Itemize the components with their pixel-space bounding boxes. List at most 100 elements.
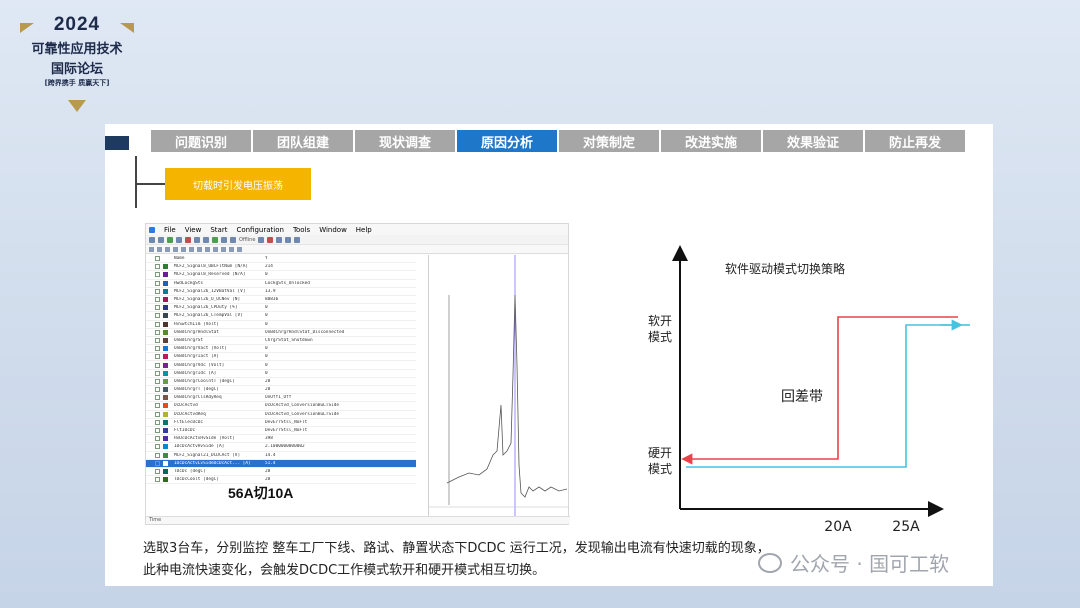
signal-row[interactable]: HwdLockgSts LockgSts_Unlocked <box>146 280 416 288</box>
toolbar-button-icon[interactable] <box>203 236 209 243</box>
toolbar-button-icon[interactable] <box>230 236 236 243</box>
signal-checkbox[interactable] <box>155 272 160 278</box>
signal-row[interactable]: IDcDcActvLvSideDcDcAct... [A] 51.4 <box>146 459 416 468</box>
signal-checkbox[interactable] <box>155 468 160 474</box>
signal-checkbox[interactable] <box>155 378 160 384</box>
signal-checkbox[interactable] <box>155 305 160 311</box>
signal-row[interactable]: MCF2_Signal21_DCDCAct [V] 14.4 <box>146 452 416 460</box>
signal-row[interactable]: OnBdChrgrIdc [A] 0 <box>146 370 416 378</box>
signal-row[interactable]: OnBdChrgrVdc [Volt] 0 <box>146 361 416 370</box>
tab-step-2[interactable]: 现状调查 <box>355 130 455 152</box>
signal-checkbox[interactable] <box>155 370 160 376</box>
menu-item-window[interactable]: Window <box>319 226 347 234</box>
toolbar-button-icon[interactable] <box>185 236 191 243</box>
signal-checkbox[interactable] <box>155 297 160 303</box>
toolbar-button-icon[interactable] <box>167 236 173 243</box>
signal-checkbox[interactable] <box>155 477 160 483</box>
signal-row[interactable]: DcDcActvd DcDcActvd_ConversionBuLTSide <box>146 402 416 411</box>
signal-row[interactable]: MCF2_Signal26_O_OCNev [N] 88836 <box>146 296 416 305</box>
menu-item-view[interactable]: View <box>185 226 202 234</box>
toolbar2-button-icon[interactable] <box>157 246 162 252</box>
toolbar2-button-icon[interactable] <box>237 246 242 252</box>
toolbar2-button-icon[interactable] <box>229 246 234 252</box>
toolbar2-button-icon[interactable] <box>221 246 226 252</box>
signal-checkbox[interactable] <box>155 428 160 434</box>
signal-checkbox[interactable] <box>155 313 160 319</box>
signal-checkbox[interactable] <box>155 403 160 409</box>
toolbar2-button-icon[interactable] <box>189 246 194 252</box>
toolbar2-button-icon[interactable] <box>197 246 202 252</box>
toolbar-button-icon[interactable] <box>267 236 274 243</box>
tab-step-4[interactable]: 对策制定 <box>559 130 659 152</box>
signal-checkbox[interactable] <box>155 321 160 327</box>
signal-checkbox[interactable] <box>155 337 160 343</box>
toolbar2-button-icon[interactable] <box>173 246 178 252</box>
toolbar-button-icon[interactable] <box>285 236 292 243</box>
slide-left-marker <box>105 136 129 150</box>
signal-row[interactable]: MCF2_Signal26_12VBatVal [V] 13.9 <box>146 288 416 296</box>
menu-item-start[interactable]: Start <box>210 226 227 234</box>
tab-step-0[interactable]: 问题识别 <box>151 130 251 152</box>
menu-item-help[interactable]: Help <box>356 226 372 234</box>
toolbar-button-icon[interactable] <box>276 236 283 243</box>
menu-item-configuration[interactable]: Configuration <box>236 226 283 234</box>
signal-row[interactable]: MCF2_Signal8_OBCFltNum [N/A] 214 <box>146 263 416 272</box>
toolbar-button-icon[interactable] <box>149 236 155 243</box>
signal-checkbox[interactable] <box>155 346 160 352</box>
signal-row[interactable]: FltElecDcDc DevErrStsl_NoFlt <box>146 419 416 427</box>
signal-row[interactable]: MCF2_Signal26_CTempVal [V] 0 <box>146 312 416 321</box>
toolbar-button-icon[interactable] <box>158 236 164 243</box>
signal-row[interactable]: HvDcDcActvHvSide [Volt] 398 <box>146 435 416 444</box>
toolbar2-button-icon[interactable] <box>213 246 218 252</box>
signal-checkbox[interactable] <box>155 419 160 425</box>
menu-item-tools[interactable]: Tools <box>293 226 310 234</box>
signal-checkbox[interactable] <box>155 387 160 393</box>
toolbar2-button-icon[interactable] <box>149 246 154 252</box>
signal-checkbox[interactable] <box>155 280 160 286</box>
signal-row[interactable]: OnBdChrgrHndlStat OnBdChrgrHndlStat_Disco… <box>146 329 416 337</box>
menu-item-file[interactable]: File <box>164 226 176 234</box>
toolbar2-button-icon[interactable] <box>165 246 170 252</box>
signal-checkbox[interactable] <box>155 444 160 450</box>
signal-checkbox[interactable] <box>155 452 160 458</box>
toolbar-mode-label[interactable]: Offline <box>239 237 255 243</box>
toolbar2-button-icon[interactable] <box>205 246 210 252</box>
signal-row[interactable]: OnBdChrgrT [degC] 28 <box>146 386 416 395</box>
toolbar-button-icon[interactable] <box>194 236 200 243</box>
signal-row[interactable]: OnBdChrgrClsRdyReq OnOff1_Off <box>146 394 416 403</box>
signal-row[interactable]: HvSwtchLim [Volt] 0 <box>146 321 416 329</box>
signal-checkbox[interactable] <box>155 354 160 360</box>
signal-checkbox[interactable] <box>155 436 160 442</box>
tab-step-1[interactable]: 团队组建 <box>253 130 353 152</box>
signal-row[interactable]: IDcDcActvHvSide [A] 2.1000000000002 <box>146 443 416 452</box>
signal-row[interactable]: OnBdChrgrSt ChrgrStat_Shutdown <box>146 337 416 346</box>
signal-row[interactable]: OnBdChrgrCoolntT [degC] 28 <box>146 378 416 386</box>
signal-checkbox[interactable] <box>155 329 160 335</box>
signal-row[interactable]: DcDcActvdReq DcDcActvd_ConversionBuLTSide <box>146 411 416 419</box>
toolbar-button-icon[interactable] <box>294 236 301 243</box>
tab-step-7[interactable]: 防止再发 <box>865 130 965 152</box>
signal-checkbox[interactable] <box>155 264 160 270</box>
signal-row[interactable]: MCF2_Signal8_Reserved [N/A] 0 <box>146 271 416 280</box>
signal-row[interactable]: OnBdChrgrIact [A] 0 <box>146 353 416 362</box>
signal-checkbox[interactable] <box>155 256 160 262</box>
signal-row[interactable]: MCF2_Signal26_CPDuty [%] 0 <box>146 304 416 313</box>
toolbar2-button-icon[interactable] <box>181 246 186 252</box>
tab-step-3[interactable]: 原因分析 <box>457 130 557 152</box>
toolbar-button-icon[interactable] <box>212 236 218 243</box>
tab-step-5[interactable]: 改进实施 <box>661 130 761 152</box>
toolbar-button-icon[interactable] <box>176 236 182 243</box>
signal-row[interactable]: OnBdChrgrVact [Volt] 0 <box>146 345 416 354</box>
signal-checkbox[interactable] <box>155 411 160 417</box>
toolbar-button-icon[interactable] <box>258 236 265 243</box>
signal-row[interactable]: TDcDc [degC] 28 <box>146 468 416 477</box>
signal-checkbox[interactable] <box>155 362 160 368</box>
toolbar-button-icon[interactable] <box>221 236 227 243</box>
signal-checkbox[interactable] <box>155 288 160 294</box>
signal-checkbox[interactable] <box>155 460 160 466</box>
signal-row[interactable]: FltIDcDc DevErrStsl_NoFlt <box>146 427 416 436</box>
signal-checkbox[interactable] <box>155 395 160 401</box>
signal-row[interactable]: Name Y <box>146 255 416 264</box>
tab-step-6[interactable]: 效果验证 <box>763 130 863 152</box>
signal-color-swatch <box>163 256 168 262</box>
